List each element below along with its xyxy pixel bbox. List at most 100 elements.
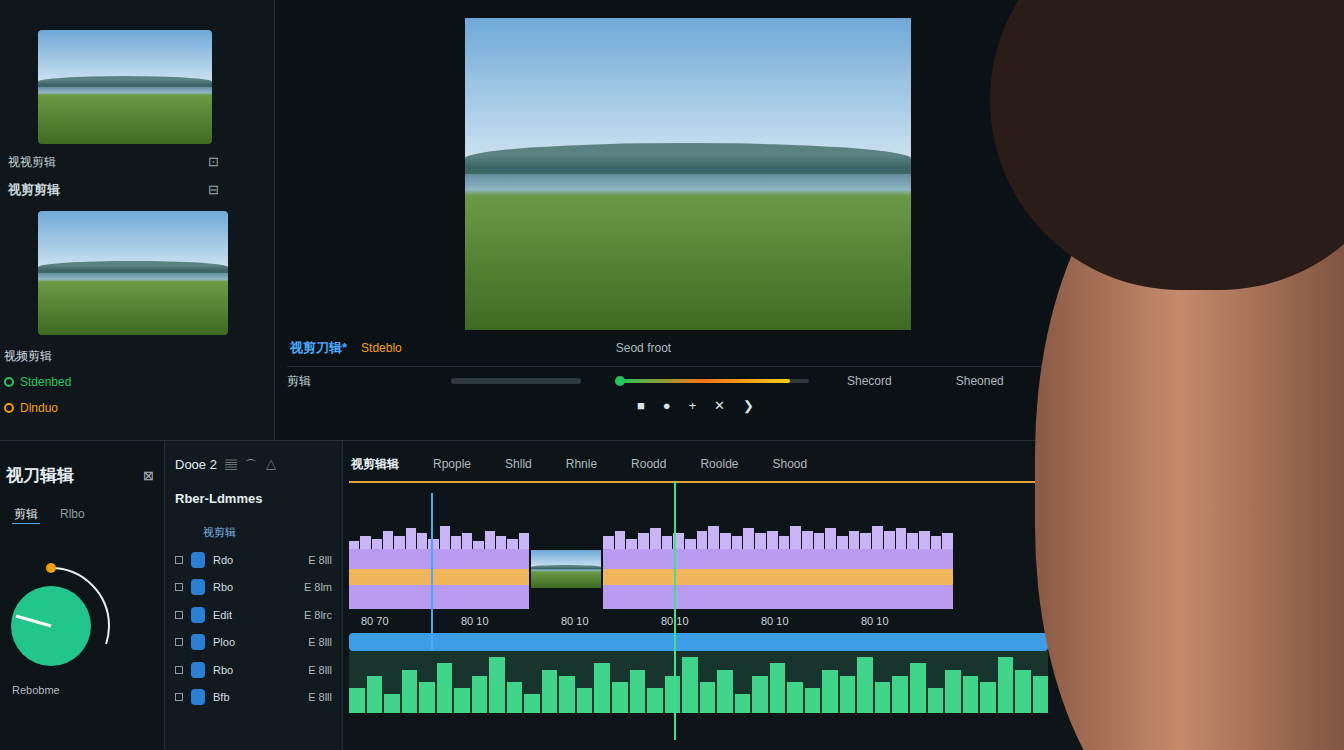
audio-bar <box>928 688 944 713</box>
audio-bar <box>349 688 365 713</box>
transport-button[interactable]: + <box>687 396 699 416</box>
waveform-bar <box>360 536 370 549</box>
tools-footer: Rebobme <box>6 682 154 699</box>
readout: Sheoned <box>956 372 1004 390</box>
timeline-header-label: Rpople <box>433 455 471 473</box>
clip-waveform <box>603 523 953 549</box>
audio-bar <box>822 670 838 713</box>
audio-bar <box>805 688 821 713</box>
layer-icon <box>191 689 205 705</box>
audio-track[interactable] <box>349 651 1048 713</box>
checkbox-icon[interactable] <box>175 583 183 591</box>
mountain-shape <box>465 143 911 174</box>
option-dot[interactable] <box>4 377 14 387</box>
layer-label: Rdo <box>213 552 253 569</box>
dial[interactable] <box>6 546 136 676</box>
audio-bar <box>542 670 558 713</box>
checkbox-icon[interactable] <box>175 666 183 674</box>
in-point-marker[interactable] <box>431 493 433 650</box>
waveform-bar <box>860 533 871 549</box>
layer-item[interactable]: RboE 8lll <box>175 662 332 679</box>
waveform-bar <box>462 533 472 549</box>
video-track <box>349 523 1048 609</box>
layer-label: Rbo <box>213 579 253 596</box>
tick-label: 80 10 <box>749 613 849 630</box>
track-label: 剪辑 <box>287 372 437 390</box>
waveform-bar <box>394 536 404 549</box>
audio-bar <box>367 676 383 713</box>
layer-item[interactable]: RboE 8lm <box>175 579 332 596</box>
layers-panel: Dooe 2▤⌒△Rber-Ldmmes视剪辑RdoE 8lllRboE 8lm… <box>165 441 343 750</box>
preview-label: Seod froot <box>616 339 671 357</box>
waveform-bar <box>417 533 427 549</box>
audio-bar <box>577 688 593 713</box>
playhead[interactable] <box>674 481 676 740</box>
readout: Shecord <box>847 372 892 390</box>
waveform-bar <box>615 531 626 549</box>
checkbox-icon[interactable] <box>175 693 183 701</box>
waveform-bar <box>383 531 393 549</box>
transport-button[interactable]: ● <box>661 396 673 416</box>
waveform-bar <box>662 536 673 549</box>
waveform-bar <box>919 531 930 549</box>
layer-item[interactable]: PlooE 8lll <box>175 634 332 651</box>
scrub-start-dot[interactable] <box>615 376 625 386</box>
audio-bar <box>507 682 523 713</box>
layer-icon <box>191 607 205 623</box>
layers-tool-icon[interactable]: ⌒ <box>245 456 257 474</box>
checkbox-icon[interactable] <box>175 611 183 619</box>
transport-button[interactable]: ✕ <box>712 396 727 416</box>
layer-item[interactable]: RdoE 8lll <box>175 552 332 569</box>
tools-header: 视刀辑辑⊠ <box>6 463 154 489</box>
layer-value: E 8lll <box>308 689 332 706</box>
library-row[interactable]: 视视剪辑 ⊡ <box>4 152 219 172</box>
waveform-bar <box>755 533 766 549</box>
tick-label: 80 10 <box>549 613 649 630</box>
checkbox-icon[interactable] <box>175 556 183 564</box>
layers-title: Dooe 2 <box>175 455 217 475</box>
preview-title: 视剪刀辑* <box>290 338 347 358</box>
waveform-bar <box>428 539 438 549</box>
close-icon[interactable]: ⊠ <box>143 466 154 486</box>
clip-thumbnail <box>38 211 228 335</box>
clip-stripe <box>603 569 953 585</box>
audio-bar <box>700 682 716 713</box>
option-row[interactable]: Dlnduo <box>4 399 254 417</box>
audio-bar <box>384 694 400 713</box>
checkbox-icon[interactable] <box>175 638 183 646</box>
layer-item[interactable]: BfbE 8lll <box>175 689 332 706</box>
library-row-label: 视视剪辑 <box>8 153 56 171</box>
transport-button[interactable]: ❯ <box>741 396 756 416</box>
row-icon[interactable]: ⊟ <box>208 180 219 200</box>
timeline-header: 视剪辑辑RpopleShlldRhnleRooddRooldeShood <box>349 451 1048 477</box>
option-dot[interactable] <box>4 403 14 413</box>
audio-track-header[interactable] <box>349 633 1048 651</box>
mountain-shape <box>531 565 601 569</box>
waveform-bar <box>650 528 661 549</box>
transport-button[interactable]: ■ <box>635 396 647 416</box>
scrub-track[interactable] <box>619 379 809 383</box>
layer-item[interactable]: EditE 8lrc <box>175 607 332 624</box>
library-panel: 视视剪辑⊡视剪剪辑⊟视频剪辑StdenbedDlnduo <box>0 0 275 440</box>
waveform-bar <box>767 531 778 549</box>
video-clip[interactable] <box>531 549 601 589</box>
waveform-bar <box>942 533 953 549</box>
waveform-bar <box>872 526 883 549</box>
layers-tool-icon[interactable]: ▤ <box>225 456 237 474</box>
dial-graphic <box>6 546 136 676</box>
layers-tool-icon[interactable]: △ <box>265 456 277 474</box>
row-icon[interactable]: ⊡ <box>208 152 219 172</box>
tools-panel: 视刀辑辑⊠ 剪辑 Rlbo Rebobme <box>0 441 165 750</box>
audio-clip[interactable] <box>349 523 529 609</box>
timeline-header-label: Rhnle <box>566 455 597 473</box>
volume-track[interactable] <box>451 378 581 384</box>
library-row[interactable]: 视剪剪辑⊟ <box>4 180 219 200</box>
waveform-bar <box>720 533 731 549</box>
audio-bar <box>559 676 575 713</box>
audio-bar <box>1033 676 1049 713</box>
tools-tab[interactable]: 剪辑 <box>12 505 40 524</box>
waveform-bar <box>790 526 801 549</box>
audio-clip[interactable] <box>603 523 953 609</box>
tools-tab[interactable]: Rlbo <box>58 505 87 524</box>
option-row[interactable]: Stdenbed <box>4 373 254 391</box>
